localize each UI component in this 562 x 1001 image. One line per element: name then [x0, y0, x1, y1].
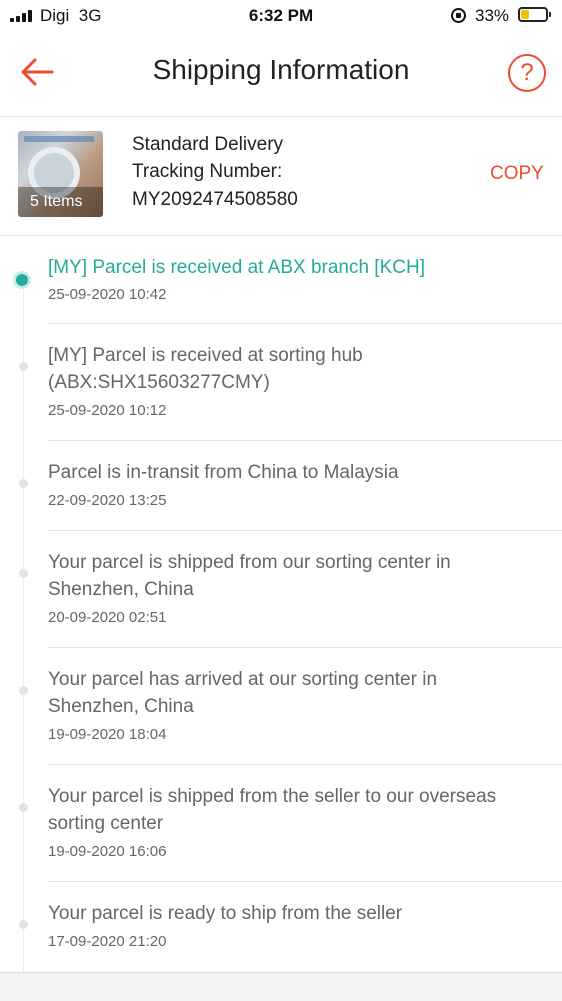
timeline-dot — [19, 803, 28, 812]
timeline-event: [MY] Parcel is received at sorting hub (… — [0, 324, 562, 441]
timeline-dot — [19, 362, 28, 371]
items-count: 5 Items — [30, 193, 83, 210]
timeline-dot — [19, 920, 28, 929]
event-text: Your parcel is shipped from our sorting … — [48, 552, 451, 600]
event-time: 19-09-2020 16:06 — [48, 843, 167, 860]
tracking-timeline: [MY] Parcel is received at ABX branch [K… — [0, 236, 562, 980]
status-bar: Digi 3G 6:32 PM 33% — [0, 0, 562, 32]
product-thumbnail[interactable]: 5 Items — [18, 131, 103, 217]
timeline-event: Your parcel has arrived at our sorting c… — [0, 648, 562, 765]
battery-icon — [518, 7, 551, 22]
help-button[interactable]: ? — [508, 54, 546, 92]
event-text: [MY] Parcel is received at ABX branch [K… — [48, 257, 425, 278]
timeline-event: Your parcel is ready to ship from the se… — [0, 882, 562, 972]
battery-percent: 33% — [475, 6, 510, 25]
event-time: 19-09-2020 18:04 — [48, 726, 167, 743]
event-text: Parcel is in-transit from China to Malay… — [48, 462, 399, 483]
event-time: 25-09-2020 10:12 — [48, 402, 167, 419]
delivery-info: 5 Items Standard Delivery Tracking Numbe… — [0, 117, 562, 236]
timeline-dot — [19, 479, 28, 488]
tracking-number: MY2092474508580 — [132, 189, 298, 210]
event-text: [MY] Parcel is received at sorting hub (… — [48, 345, 363, 393]
event-time: 22-09-2020 13:25 — [48, 492, 167, 509]
event-time: 17-09-2020 21:20 — [48, 933, 167, 950]
event-text: Your parcel is ready to ship from the se… — [48, 903, 403, 924]
page-title: Shipping Information — [152, 54, 410, 85]
timeline-event: [MY] Parcel is received at ABX branch [K… — [0, 236, 562, 324]
delivery-service: Standard Delivery — [132, 134, 284, 155]
timeline-dot — [19, 686, 28, 695]
event-time: 25-09-2020 10:42 — [48, 286, 167, 303]
thumbnail-banner — [24, 136, 94, 142]
bottom-bar — [0, 972, 562, 1001]
copy-button[interactable]: COPY — [490, 163, 544, 185]
timeline-event: Your parcel is shipped from our sorting … — [0, 531, 562, 648]
orientation-lock-icon — [451, 8, 466, 23]
event-text: Your parcel has arrived at our sorting c… — [48, 669, 438, 717]
timeline-event: Parcel is in-transit from China to Malay… — [0, 441, 562, 531]
tracking-label: Tracking Number: — [132, 161, 283, 182]
battery-level — [521, 10, 529, 19]
timeline-dot-active — [16, 274, 28, 286]
nav-header: Shipping Information ? — [0, 32, 562, 117]
question-icon: ? — [520, 59, 534, 86]
timeline-dot — [19, 569, 28, 578]
event-text: Your parcel is shipped from the seller t… — [48, 786, 497, 834]
timeline-event: Your parcel is shipped from the seller t… — [0, 765, 562, 882]
event-time: 20-09-2020 02:51 — [48, 609, 167, 626]
